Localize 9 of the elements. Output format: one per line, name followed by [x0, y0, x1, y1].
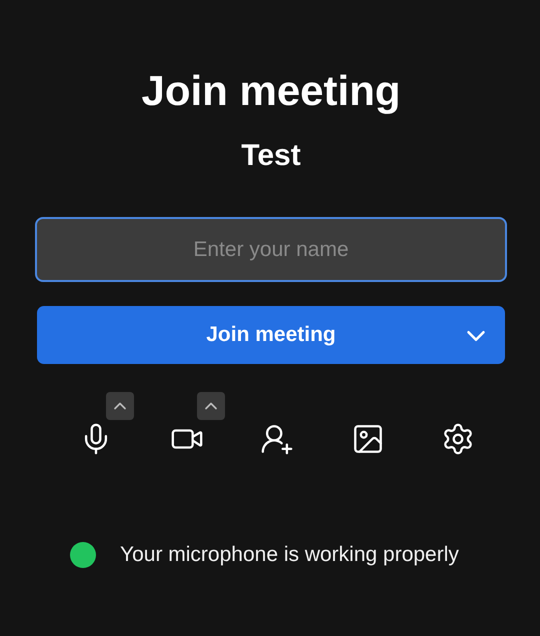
menu-toggle-button[interactable]: [106, 392, 134, 420]
page-title: Join meeting: [141, 66, 401, 116]
meeting-name: Test: [241, 138, 301, 174]
status-message: Your microphone is working properly: [120, 543, 459, 567]
add-person-button[interactable]: [260, 422, 294, 456]
settings-button[interactable]: [441, 422, 475, 456]
name-input-field[interactable]: Enter your name: [35, 217, 507, 282]
join-meeting-button[interactable]: Join meeting: [37, 306, 505, 364]
menu-toggle-button[interactable]: [196, 392, 224, 420]
